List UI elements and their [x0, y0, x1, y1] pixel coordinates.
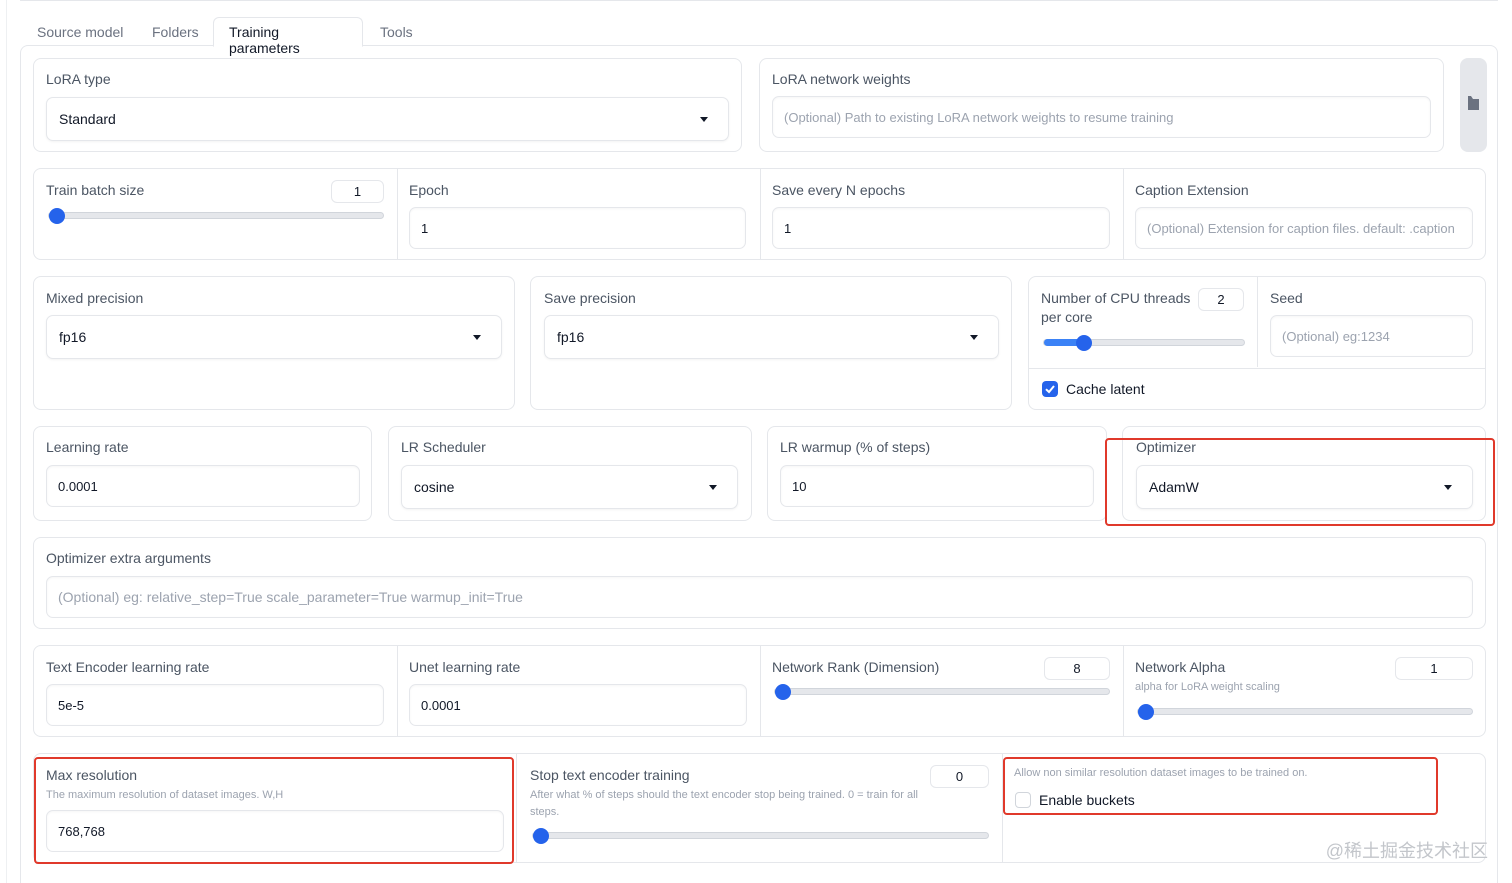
folder-icon — [1468, 96, 1479, 110]
check-icon — [1045, 385, 1055, 394]
lora-network-weights-input[interactable]: (Optional) Path to existing LoRA network… — [772, 96, 1431, 138]
mixed-precision-card: Mixed precision fp16 — [33, 276, 515, 410]
cache-latent-label: Cache latent — [1066, 381, 1145, 397]
optimizer-extra-args-label: Optimizer extra arguments — [46, 550, 211, 566]
lora-network-weights-label: LoRA network weights — [772, 71, 911, 87]
lr-rank-row: Text Encoder learning rate 5e-5 Unet lea… — [33, 645, 1486, 737]
learning-rate-input[interactable]: 0.0001 — [46, 465, 360, 507]
lr-warmup-label: LR warmup (% of steps) — [780, 439, 931, 455]
save-precision-card: Save precision fp16 — [530, 276, 1012, 410]
tab-training-parameters[interactable]: Training parameters — [213, 17, 363, 56]
network-alpha-label: Network Alpha — [1135, 659, 1226, 675]
stop-text-encoder-info: After what % of steps should the text en… — [530, 789, 918, 801]
slider-thumb[interactable] — [49, 208, 65, 224]
optimizer-highlight-box — [1105, 438, 1495, 526]
chevron-down-icon — [970, 335, 978, 340]
chevron-down-icon — [700, 117, 708, 122]
text-encoder-lr-label: Text Encoder learning rate — [46, 659, 210, 675]
cpu-threads-slider[interactable] — [1043, 335, 1245, 351]
save-precision-select[interactable]: fp16 — [544, 315, 999, 359]
network-rank-number[interactable]: 8 — [1044, 657, 1110, 680]
train-batch-size-label: Train batch size — [46, 182, 145, 198]
network-alpha-info: alpha for LoRA weight scaling — [1135, 681, 1280, 693]
save-precision-value: fp16 — [557, 329, 585, 345]
unet-lr-label: Unet learning rate — [409, 659, 521, 675]
epoch-input[interactable]: 1 — [409, 207, 746, 249]
lr-scheduler-select[interactable]: cosine — [401, 465, 738, 509]
lora-type-card: LoRA type Standard — [33, 58, 742, 152]
cpu-threads-label-cont: per core — [1041, 309, 1093, 325]
cache-latent-checkbox[interactable] — [1042, 381, 1058, 397]
network-alpha-number[interactable]: 1 — [1395, 657, 1473, 680]
lora-type-label: LoRA type — [46, 71, 111, 87]
slider-thumb[interactable] — [1076, 335, 1092, 351]
top-divider — [20, 0, 1498, 2]
optimizer-extra-args-input[interactable]: (Optional) eg: relative_step=True scale_… — [46, 576, 1473, 618]
save-precision-label: Save precision — [544, 290, 636, 306]
lora-type-value: Standard — [59, 111, 116, 127]
text-encoder-lr-input[interactable]: 5e-5 — [46, 684, 384, 726]
seed-input[interactable]: (Optional) eg:1234 — [1270, 315, 1473, 357]
save-every-n-epochs-input[interactable]: 1 — [772, 207, 1110, 249]
cpu-seed-card: Number of CPU threads per core 2 Seed (O… — [1028, 276, 1486, 410]
learning-rate-label: Learning rate — [46, 439, 129, 455]
stop-text-encoder-info-cont: steps. — [530, 806, 560, 818]
mixed-precision-value: fp16 — [59, 329, 87, 345]
network-alpha-slider[interactable] — [1137, 704, 1473, 720]
chevron-down-icon — [709, 485, 717, 490]
lora-network-weights-card: LoRA network weights (Optional) Path to … — [759, 58, 1444, 152]
epoch-label: Epoch — [409, 182, 449, 198]
train-batch-size-number[interactable]: 1 — [331, 180, 384, 203]
save-every-n-epochs-label: Save every N epochs — [772, 182, 906, 198]
tab-tools[interactable]: Tools — [368, 18, 425, 46]
batch-epoch-row: Train batch size 1 Epoch 1 Save every N … — [33, 168, 1486, 260]
caption-extension-input[interactable]: (Optional) Extension for caption files. … — [1135, 207, 1473, 249]
unet-lr-input[interactable]: 0.0001 — [409, 684, 747, 726]
caption-extension-label: Caption Extension — [1135, 182, 1249, 198]
cpu-threads-number[interactable]: 2 — [1198, 288, 1244, 311]
lr-warmup-card: LR warmup (% of steps) 10 — [767, 426, 1107, 521]
tab-folders[interactable]: Folders — [140, 18, 211, 46]
stop-text-encoder-number[interactable]: 0 — [930, 765, 989, 788]
tab-source-model[interactable]: Source model — [25, 18, 135, 46]
mixed-precision-select[interactable]: fp16 — [46, 315, 502, 359]
enable-buckets-highlight-box — [1003, 757, 1438, 815]
watermark-text: @稀土掘金技术社区 — [1325, 841, 1488, 861]
lr-scheduler-label: LR Scheduler — [401, 439, 486, 455]
max-resolution-highlight-box — [34, 757, 514, 864]
mixed-precision-label: Mixed precision — [46, 290, 144, 306]
optimizer-extra-args-card: Optimizer extra arguments (Optional) eg:… — [33, 537, 1486, 629]
stop-text-encoder-slider[interactable] — [532, 828, 989, 844]
lr-scheduler-card: LR Scheduler cosine — [388, 426, 752, 521]
learning-rate-card: Learning rate 0.0001 — [33, 426, 372, 521]
file-browse-button[interactable] — [1460, 58, 1487, 152]
slider-thumb[interactable] — [533, 828, 549, 844]
cpu-threads-label: Number of CPU threads — [1041, 290, 1191, 306]
lr-warmup-input[interactable]: 10 — [780, 465, 1094, 507]
train-batch-size-slider[interactable] — [48, 208, 384, 224]
window-left-edge — [6, 0, 7, 883]
network-rank-slider[interactable] — [774, 684, 1110, 700]
lora-type-select[interactable]: Standard — [46, 97, 729, 141]
slider-thumb[interactable] — [775, 684, 791, 700]
lr-scheduler-value: cosine — [414, 479, 455, 495]
stop-text-encoder-label: Stop text encoder training — [530, 767, 690, 783]
chevron-down-icon — [473, 335, 481, 340]
slider-thumb[interactable] — [1138, 704, 1154, 720]
seed-label: Seed — [1270, 290, 1303, 306]
network-rank-label: Network Rank (Dimension) — [772, 659, 940, 675]
